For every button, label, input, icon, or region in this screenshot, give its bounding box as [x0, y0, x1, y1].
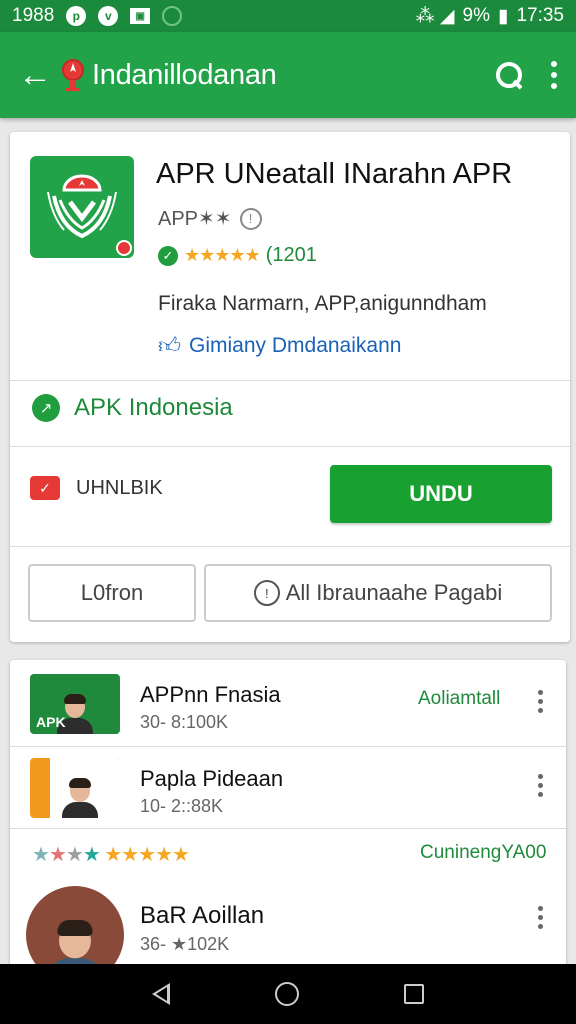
download-label: UHNLBIK [76, 476, 163, 499]
verified-icon: ✓ [158, 245, 178, 266]
app-subtitle-row: APP✶✶ ! [158, 206, 262, 231]
image-icon: ▣ [130, 8, 151, 24]
divider [10, 380, 570, 381]
divider [10, 446, 570, 447]
developer-row[interactable]: 👍︎ Gimiany Dmdanaikann [158, 332, 401, 359]
thumbs-up-icon: 👍︎ [158, 333, 181, 358]
divider [10, 828, 566, 829]
download-info: ✓ UHNLBIK [30, 476, 163, 500]
list-item-name: BaR Aoillan [140, 902, 265, 929]
app-thumbnail: APK [30, 674, 120, 734]
apk-source-label: APK Indonesia [74, 394, 233, 421]
navigation-bar [0, 964, 576, 1024]
search-icon[interactable] [494, 60, 524, 90]
status-time: 17:35 [516, 5, 564, 26]
more-vert-icon[interactable] [550, 61, 558, 89]
clock-icon: ! [253, 580, 280, 606]
all-pages-button[interactable]: ! All Ibraunaahe Pagabi [204, 564, 552, 622]
list-item-meta: 36- ★102K [140, 934, 230, 954]
shield-icon: v [98, 6, 119, 26]
status-time-left: 1988 [12, 5, 55, 26]
circle-icon [162, 6, 183, 26]
list-item-name: APPnn Fnasia [140, 682, 281, 707]
lofron-button[interactable]: L0fron [28, 564, 196, 622]
more-vert-icon[interactable] [536, 690, 544, 713]
install-button[interactable]: UNDU [330, 465, 552, 523]
app-details-card: APR UNeatall INarahn APR APP✶✶ ! ✓ ★★★★★… [10, 132, 570, 642]
signal-icon: ⁂ ◢ [415, 5, 455, 27]
star-rating: ★★★★★ [184, 245, 261, 265]
download-check-icon: ✓ [30, 476, 60, 500]
app-bar: ← Indanillodanan [0, 32, 576, 118]
app-thumbnail [30, 758, 120, 818]
rating-count: (1201 [265, 244, 317, 266]
more-vert-icon[interactable] [536, 906, 544, 929]
info-icon[interactable]: ! [239, 207, 262, 230]
list-item[interactable]: APK APPnn Fnasia 30- 8:100K Aoliamtall [10, 660, 566, 746]
app-description: Firaka Narmarn, APP,anigunndham [158, 292, 487, 315]
rating-status: CuninengYA00 [420, 842, 547, 863]
related-apps-card: APK APPnn Fnasia 30- 8:100K Aoliamtall P… [10, 660, 566, 984]
nav-back-icon[interactable] [152, 983, 171, 1005]
all-pages-label: All Ibraunaahe Pagabi [285, 580, 503, 605]
divider [10, 546, 570, 547]
rating-stars-row: ★★★★ ★★★★★ [32, 844, 190, 866]
apk-source-row[interactable]: ↗ APK Indonesia [32, 394, 233, 422]
battery-icon: ▮ [497, 5, 509, 27]
apk-label-icon: APK [36, 714, 66, 730]
nav-recents-icon[interactable] [403, 984, 424, 1004]
rating-row: ✓ ★★★★★ (1201 [158, 244, 317, 267]
status-bar: 1988 p v ▣ ⁂ ◢ 9% ▮ 17:35 [0, 0, 576, 32]
list-item-meta: 30- 8:100K [140, 712, 229, 732]
app-icon [30, 156, 134, 258]
more-vert-icon[interactable] [536, 774, 544, 797]
app-bar-title: Indanillodanan [92, 58, 277, 91]
list-item[interactable]: Papla Pideaan 10- 2::88K [10, 746, 566, 828]
trending-icon: ↗ [32, 394, 60, 422]
logo-icon [58, 57, 88, 93]
developer-name[interactable]: Gimiany Dmdanaikann [189, 334, 401, 358]
app-subtitle: APP✶✶ [158, 208, 232, 230]
nav-home-icon[interactable] [274, 982, 299, 1006]
list-item-meta: 10- 2::88K [140, 796, 224, 816]
list-item-name: Papla Pideaan [140, 766, 284, 791]
battery-label: 9% [462, 5, 490, 26]
app-title: APR UNeatall INarahn APR [156, 158, 513, 190]
app-badge-icon [116, 240, 132, 256]
list-item-status: Aoliamtall [418, 688, 501, 709]
p-icon: p [66, 6, 87, 26]
person-avatar [61, 778, 98, 818]
back-arrow-icon[interactable]: ← [18, 58, 54, 92]
